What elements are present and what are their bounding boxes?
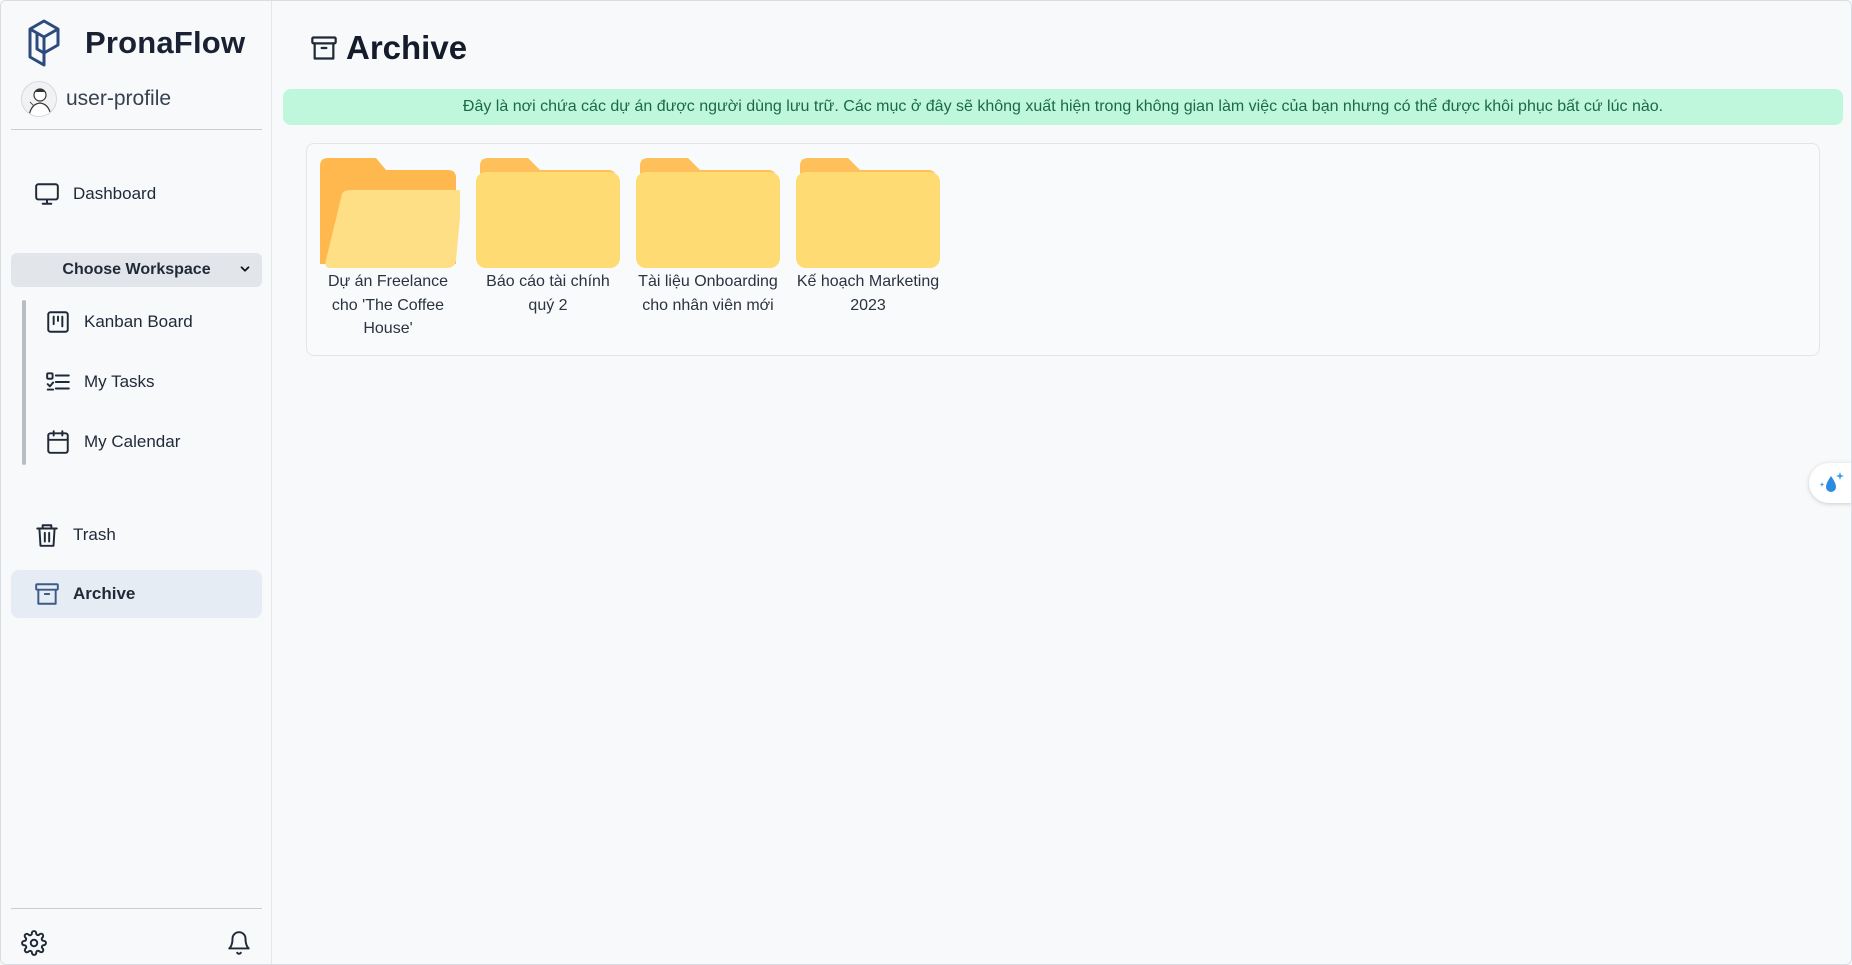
archive-box-icon <box>310 34 338 62</box>
sidebar-item-kanban-board[interactable]: Kanban Board <box>33 300 262 344</box>
pronaflow-logo-icon <box>28 19 60 67</box>
calendar-icon <box>44 428 72 456</box>
archive-box-icon <box>33 580 61 608</box>
sidebar-item-label: Kanban Board <box>84 312 193 331</box>
folder-icon <box>796 158 940 268</box>
sidebar-item-dashboard[interactable]: Dashboard <box>11 170 262 218</box>
user-profile-name: user-profile <box>66 87 172 110</box>
sidebar-item-label: Trash <box>73 525 116 544</box>
ai-assistant-button[interactable] <box>1809 463 1851 503</box>
sidebar-divider <box>11 129 262 130</box>
sidebar-item-label: My Tasks <box>84 372 155 391</box>
sidebar-item-my-calendar[interactable]: My Calendar <box>33 420 262 464</box>
sidebar-item-archive[interactable]: Archive <box>11 570 262 618</box>
notifications-button[interactable] <box>224 928 254 958</box>
avatar <box>21 81 57 117</box>
archived-folder[interactable]: Tài liệu Onboarding cho nhân viên mới <box>636 156 780 317</box>
sparkle-drop-icon <box>1819 472 1844 492</box>
folder-icon <box>476 158 620 268</box>
workspace-select-value: Choose Workspace <box>62 261 211 278</box>
sidebar-item-label: Dashboard <box>73 184 157 203</box>
task-list-icon <box>44 368 72 396</box>
workspace-indent-line <box>22 300 26 465</box>
folder-name: Báo cáo tài chính quý 2 <box>486 273 610 314</box>
archived-folder[interactable]: Kế hoạch Marketing 2023 <box>796 156 940 317</box>
sidebar-item-my-tasks[interactable]: My Tasks <box>33 360 262 404</box>
page-title: Archive <box>346 29 468 66</box>
sidebar-item-label: Archive <box>73 584 136 603</box>
archived-folder[interactable]: Báo cáo tài chính quý 2 <box>476 156 620 317</box>
sidebar-item-label: My Calendar <box>84 432 181 451</box>
bell-icon <box>228 931 250 955</box>
settings-button[interactable] <box>19 928 49 958</box>
workspace-select[interactable]: Choose Workspace <box>11 253 262 287</box>
brand-name: PronaFlow <box>85 25 246 60</box>
brand[interactable]: PronaFlow <box>27 19 245 67</box>
avatar-illustration-icon <box>22 82 56 116</box>
chevron-down-icon <box>240 266 250 272</box>
folder-name: Dự án Freelance cho 'The Coffee House' <box>327 273 449 337</box>
monitor-icon <box>33 180 61 208</box>
folder-name: Kế hoạch Marketing 2023 <box>796 273 940 314</box>
archive-info-banner: Đây là nơi chứa các dự án được người dùn… <box>283 89 1843 125</box>
gear-icon <box>21 930 47 956</box>
app-window: PronaFlow user-profile Dashboard Choose … <box>0 0 1852 965</box>
archived-folder[interactable]: Dự án Freelance cho 'The Coffee House' <box>316 156 460 341</box>
main-content: Archive Đây là nơi chứa các dự án được n… <box>272 1 1851 964</box>
kanban-icon <box>44 308 72 336</box>
archive-info-text: Đây là nơi chứa các dự án được người dùn… <box>462 98 1664 115</box>
user-profile[interactable]: user-profile <box>21 81 171 117</box>
sidebar-item-trash[interactable]: Trash <box>11 511 262 559</box>
trash-icon <box>33 521 61 549</box>
folder-name: Tài liệu Onboarding cho nhân viên mới <box>638 273 778 314</box>
page-header: Archive <box>310 29 467 67</box>
sidebar-bottom-divider <box>11 908 262 909</box>
open-folder-icon <box>320 158 460 268</box>
sidebar: PronaFlow user-profile Dashboard Choose … <box>1 1 272 964</box>
archived-projects-grid: Dự án Freelance cho 'The Coffee House' B… <box>306 143 1820 356</box>
folder-icon <box>636 158 780 268</box>
